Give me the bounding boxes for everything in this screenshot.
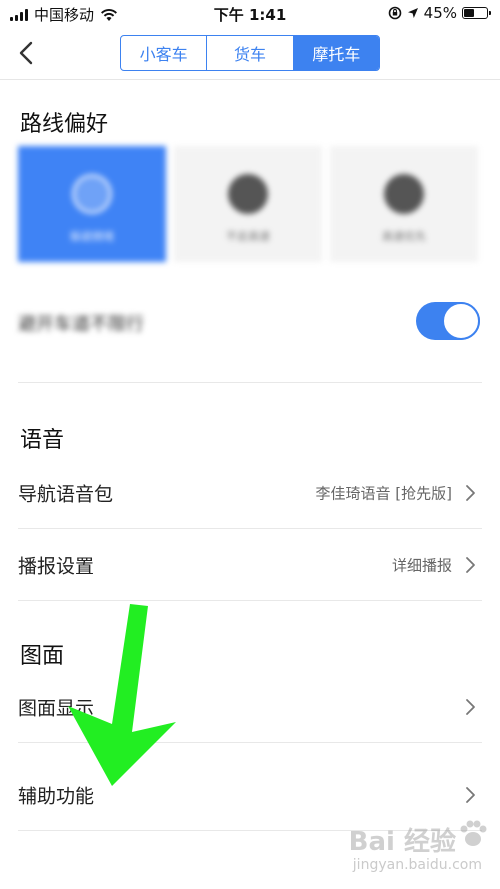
status-bar: 中国移动 下午 1:41 45% bbox=[0, 0, 500, 28]
route-option-icon bbox=[72, 174, 112, 214]
toggle-knob bbox=[442, 302, 480, 340]
route-preference-cards: 躲避拥堵 不走高速 高速优先 bbox=[18, 146, 500, 262]
broadcast-settings-row[interactable]: 播报设置 详细播报 bbox=[18, 530, 482, 600]
orientation-lock-icon bbox=[388, 6, 401, 20]
battery-icon bbox=[462, 7, 491, 19]
route-card-highway-first[interactable]: 高速优先 bbox=[330, 146, 478, 262]
route-card-avoid-congestion[interactable]: 躲避拥堵 bbox=[18, 146, 166, 262]
map-section-title: 图面 bbox=[20, 644, 65, 669]
location-arrow-icon bbox=[407, 8, 418, 18]
paw-icon bbox=[460, 820, 487, 846]
route-preference-title: 路线偏好 bbox=[20, 112, 109, 137]
watermark-url: jingyan.baidu.com bbox=[352, 857, 482, 873]
row-label: 播报设置 bbox=[18, 555, 95, 578]
route-card-label: 高速优先 bbox=[382, 230, 426, 243]
chevron-right-icon bbox=[466, 557, 475, 573]
battery-percent: 45% bbox=[423, 4, 457, 22]
route-option-icon bbox=[384, 174, 424, 214]
chevron-right-icon bbox=[466, 787, 475, 803]
nav-voice-pack-row[interactable]: 导航语音包 李佳琦语音 [抢先版] bbox=[18, 458, 482, 528]
status-right: 45% bbox=[388, 4, 491, 22]
tab-car[interactable]: 小客车 bbox=[121, 36, 208, 70]
restriction-toggle[interactable] bbox=[416, 302, 480, 340]
voice-section-title: 语音 bbox=[20, 428, 65, 453]
divider bbox=[18, 382, 482, 383]
baidu-jingyan-watermark: Bai 经验 jingyan.baidu.com bbox=[310, 811, 490, 881]
chevron-right-icon bbox=[466, 699, 475, 715]
row-value: 详细播报 bbox=[391, 556, 452, 575]
header: 小客车 货车 摩托车 bbox=[0, 28, 500, 80]
tab-motorcycle[interactable]: 摩托车 bbox=[293, 36, 379, 70]
chevron-right-icon bbox=[466, 485, 475, 501]
restriction-toggle-row: 避开车道不限行 bbox=[18, 298, 480, 348]
back-arrow-icon[interactable] bbox=[12, 36, 42, 70]
toggle-label: 避开车道不限行 bbox=[18, 314, 144, 335]
divider bbox=[18, 528, 482, 529]
route-card-label: 躲避拥堵 bbox=[70, 230, 114, 243]
route-card-no-highway[interactable]: 不走高速 bbox=[174, 146, 322, 262]
tab-truck[interactable]: 货车 bbox=[207, 36, 294, 70]
route-card-label: 不走高速 bbox=[226, 230, 270, 243]
battery-fill bbox=[464, 9, 474, 17]
row-value: 李佳琦语音 [抢先版] bbox=[315, 484, 452, 503]
green-arrow-annotation bbox=[68, 604, 176, 786]
route-option-icon bbox=[228, 174, 268, 214]
vehicle-tabs: 小客车 货车 摩托车 bbox=[120, 35, 380, 71]
row-label: 导航语音包 bbox=[18, 483, 114, 506]
watermark-brand: Bai 经验 bbox=[348, 827, 456, 857]
